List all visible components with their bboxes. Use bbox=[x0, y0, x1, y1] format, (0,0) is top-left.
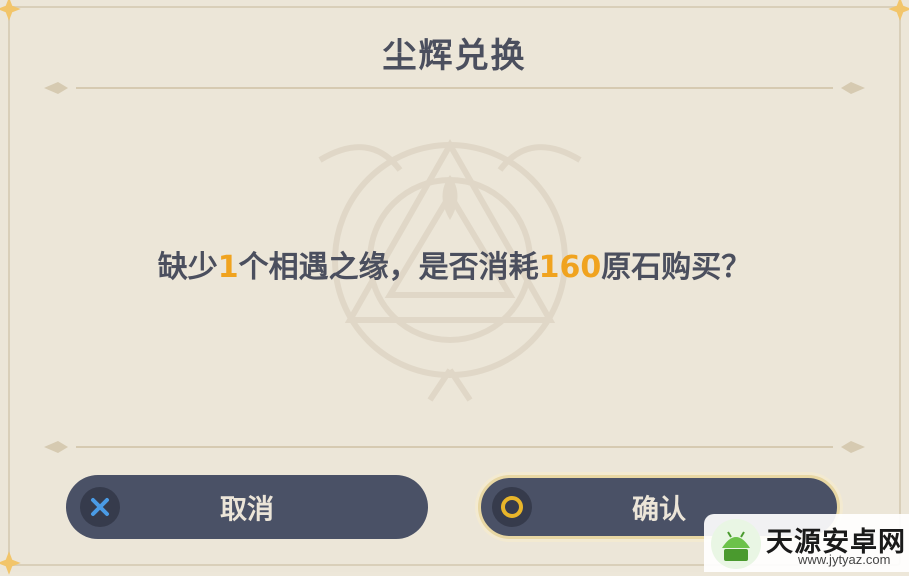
site-watermark: 天源安卓网 www.jytyaz.com bbox=[704, 514, 909, 572]
dialog-title: 尘辉兑换 bbox=[382, 36, 527, 76]
exchange-dialog: 尘辉兑换 缺少1个相遇之缘，是否消耗160原石购买？ 取消 确认 bbox=[0, 0, 909, 575]
ornament-divider-bottom bbox=[44, 441, 865, 453]
dialog-message: 缺少1个相遇之缘，是否消耗160原石购买？ bbox=[0, 242, 909, 286]
primogem-cost: 160 bbox=[538, 250, 602, 285]
corner-star-icon bbox=[0, 551, 21, 575]
watermark-url: www.jytyaz.com bbox=[798, 552, 891, 567]
message-text: 缺少 bbox=[157, 250, 218, 285]
missing-count: 1 bbox=[217, 250, 239, 285]
corner-star-icon bbox=[888, 0, 909, 21]
cancel-label: 取消 bbox=[220, 494, 274, 526]
corner-star-icon bbox=[0, 0, 21, 21]
ornament-divider-top bbox=[44, 82, 865, 94]
cancel-button[interactable]: 取消 bbox=[66, 475, 428, 539]
message-text: 原石购买？ bbox=[601, 250, 752, 285]
android-logo-icon bbox=[711, 519, 761, 569]
message-text: 个相遇之缘，是否消耗 bbox=[238, 250, 539, 285]
